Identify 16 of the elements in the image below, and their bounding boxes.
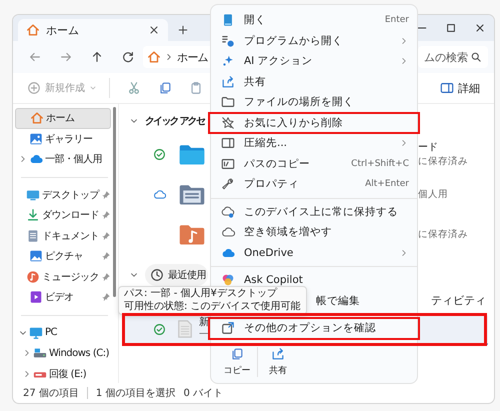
section-title: クイック アクセ bbox=[145, 115, 204, 128]
column-header: ティビティ bbox=[431, 292, 486, 308]
item-count: 27 個の項目 bbox=[23, 387, 79, 400]
shortcut-text: Enter bbox=[384, 15, 409, 26]
folder-location: 個人用 bbox=[418, 188, 449, 201]
shortcut-text: Ctrl+Shift+C bbox=[351, 158, 409, 169]
selection-count: 1 個の項目を選択 bbox=[96, 387, 176, 400]
selection-size: 0 バイト bbox=[183, 387, 223, 400]
folder-name: ード bbox=[418, 141, 439, 154]
folder-location: に保存済み bbox=[418, 155, 469, 168]
file-name: 新 bbox=[199, 317, 209, 329]
tooltip-text: 可用性の状態: このデバイスで使用可能 bbox=[124, 300, 301, 313]
tooltip-text: パス: 一部 - 個人用¥デスクトップ bbox=[124, 288, 278, 300]
file-location: 一 bbox=[199, 329, 209, 341]
shortcut-text: Alt+Enter bbox=[365, 179, 409, 190]
folder-location: に保存済み bbox=[418, 228, 469, 241]
